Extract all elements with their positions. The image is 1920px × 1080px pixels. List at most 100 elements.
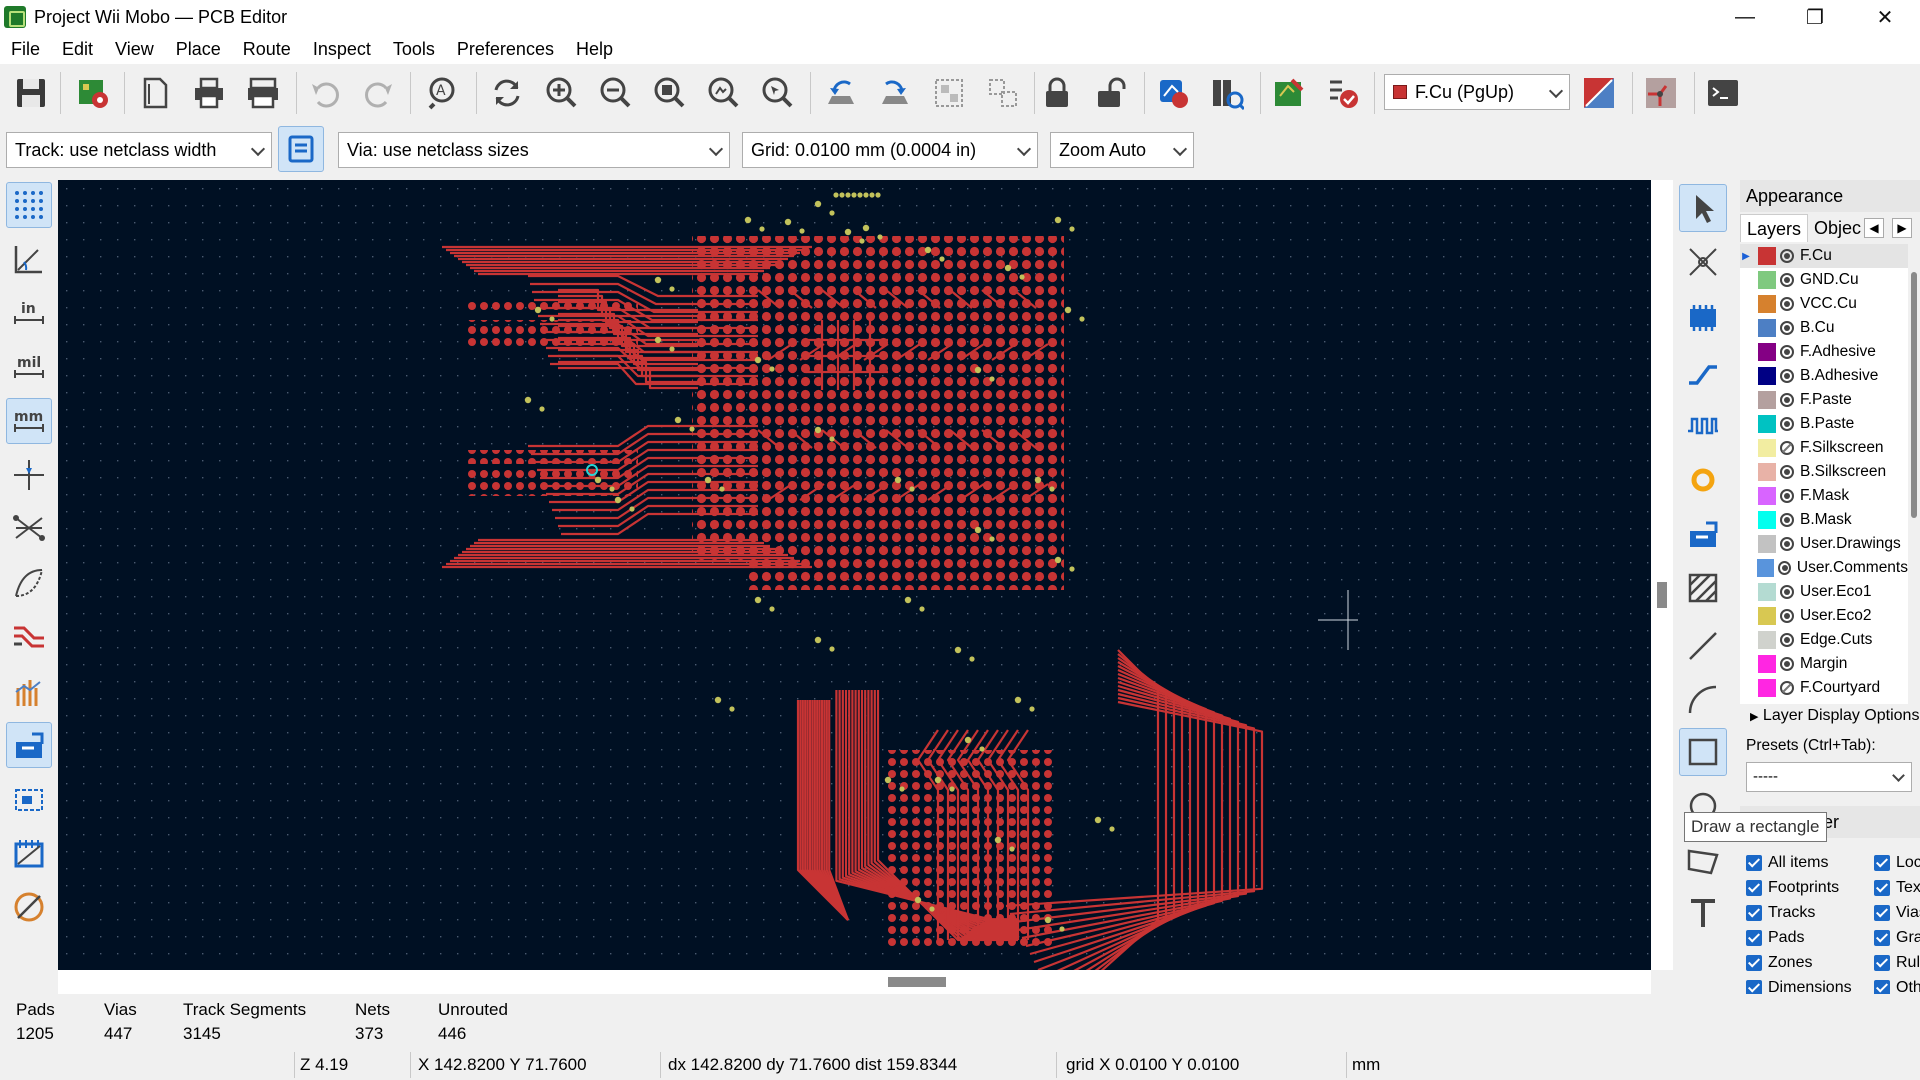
eye-icon[interactable] bbox=[1780, 273, 1794, 287]
layer-color-swatch[interactable] bbox=[1758, 367, 1776, 385]
tune-length-button[interactable] bbox=[1679, 402, 1727, 450]
menu-route[interactable]: Route bbox=[232, 34, 302, 64]
zone-fill-button[interactable] bbox=[6, 722, 52, 768]
layer-color-swatch[interactable] bbox=[1758, 583, 1776, 601]
tab-objects[interactable]: Objec bbox=[1808, 214, 1867, 242]
grid-select[interactable]: Grid: 0.0100 mm (0.0004 in) bbox=[742, 132, 1038, 168]
checkbox-checked-icon[interactable] bbox=[1746, 930, 1762, 946]
group-button[interactable] bbox=[926, 70, 972, 116]
eye-icon[interactable] bbox=[1780, 249, 1794, 263]
add-text-button[interactable] bbox=[1679, 890, 1727, 938]
layer-row[interactable]: GND.Cu bbox=[1740, 268, 1908, 292]
checkbox-checked-icon[interactable] bbox=[1746, 955, 1762, 971]
filter-checkbox-row[interactable]: Text bbox=[1874, 879, 1920, 897]
save-button[interactable] bbox=[8, 70, 54, 116]
layer-color-swatch[interactable] bbox=[1758, 511, 1776, 529]
rotate-ccw-button[interactable] bbox=[818, 70, 864, 116]
menu-tools[interactable]: Tools bbox=[382, 34, 446, 64]
tab-scroll-left-icon[interactable]: ◀ bbox=[1864, 218, 1884, 238]
layer-row[interactable]: User.Eco1 bbox=[1740, 580, 1908, 604]
filter-checkbox-row[interactable]: Footprints bbox=[1746, 879, 1839, 897]
auto-track-width-button[interactable] bbox=[278, 126, 324, 172]
add-zone-button[interactable] bbox=[1679, 510, 1727, 558]
filter-checkbox-row[interactable]: Tracks bbox=[1746, 904, 1815, 922]
full-crosshair-button[interactable] bbox=[6, 452, 52, 498]
scrollbar-thumb[interactable] bbox=[1657, 582, 1667, 608]
layer-color-swatch[interactable] bbox=[1758, 631, 1776, 649]
rotate-cw-button[interactable] bbox=[872, 70, 918, 116]
layer-color-swatch[interactable] bbox=[1758, 343, 1776, 361]
scrollbar-thumb[interactable] bbox=[888, 977, 946, 987]
layer-color-swatch[interactable] bbox=[1758, 439, 1776, 457]
layer-color-swatch[interactable] bbox=[1758, 271, 1776, 289]
menu-edit[interactable]: Edit bbox=[51, 34, 104, 64]
page-settings-button[interactable] bbox=[132, 70, 178, 116]
presets-select[interactable]: ----- bbox=[1746, 762, 1912, 792]
eye-icon[interactable] bbox=[1780, 345, 1794, 359]
eye-hidden-icon[interactable] bbox=[1780, 681, 1794, 695]
eye-icon[interactable] bbox=[1780, 321, 1794, 335]
scrollbar-thumb[interactable] bbox=[1911, 272, 1917, 518]
footprint-outline-button[interactable] bbox=[6, 830, 52, 876]
eye-icon[interactable] bbox=[1780, 537, 1794, 551]
zoom-objects-button[interactable] bbox=[700, 70, 746, 116]
zoom-in-button[interactable] bbox=[538, 70, 584, 116]
layer-color-swatch[interactable] bbox=[1758, 607, 1776, 625]
zone-outline-button[interactable] bbox=[6, 776, 52, 822]
redo-button[interactable] bbox=[356, 70, 402, 116]
tab-scroll-right-icon[interactable]: ▶ bbox=[1892, 218, 1912, 238]
route-track-button[interactable] bbox=[1679, 348, 1727, 396]
checkbox-checked-icon[interactable] bbox=[1746, 880, 1762, 896]
hide-tracks-button[interactable] bbox=[6, 614, 52, 660]
eye-icon[interactable] bbox=[1780, 489, 1794, 503]
layer-color-swatch[interactable] bbox=[1758, 247, 1776, 265]
checkbox-checked-icon[interactable] bbox=[1874, 905, 1890, 921]
layer-row[interactable]: B.Mask bbox=[1740, 508, 1908, 532]
zoom-out-button[interactable] bbox=[592, 70, 638, 116]
layer-row[interactable]: User.Drawings bbox=[1740, 532, 1908, 556]
layer-list-scrollbar[interactable] bbox=[1908, 244, 1920, 704]
eye-icon[interactable] bbox=[1780, 465, 1794, 479]
eye-icon[interactable] bbox=[1780, 609, 1794, 623]
eye-icon[interactable] bbox=[1780, 657, 1794, 671]
menu-place[interactable]: Place bbox=[165, 34, 232, 64]
checkbox-checked-icon[interactable] bbox=[1874, 955, 1890, 971]
mil-units-button[interactable]: mil bbox=[6, 344, 52, 390]
menu-preferences[interactable]: Preferences bbox=[446, 34, 565, 64]
layer-row[interactable]: F.Courtyard bbox=[1740, 676, 1908, 700]
layer-row[interactable]: F.Paste bbox=[1740, 388, 1908, 412]
track-width-select[interactable]: Track: use netclass width bbox=[6, 132, 272, 168]
zoom-selection-button[interactable] bbox=[754, 70, 800, 116]
layer-color-swatch[interactable] bbox=[1758, 655, 1776, 673]
grid-toggle-button[interactable] bbox=[6, 182, 52, 228]
print-button[interactable] bbox=[186, 70, 232, 116]
layer-row[interactable]: B.Silkscreen bbox=[1740, 460, 1908, 484]
layer-row[interactable]: User.Comments bbox=[1740, 556, 1908, 580]
active-layer-select[interactable]: F.Cu (PgUp) bbox=[1384, 74, 1570, 110]
lock-button[interactable] bbox=[1034, 70, 1080, 116]
layer-color-swatch[interactable] bbox=[1758, 295, 1776, 313]
checkbox-checked-icon[interactable] bbox=[1874, 880, 1890, 896]
add-via-button[interactable] bbox=[1679, 456, 1727, 504]
ratsnest-button[interactable] bbox=[6, 506, 52, 552]
layer-color-swatch[interactable] bbox=[1758, 463, 1776, 481]
eye-icon[interactable] bbox=[1780, 393, 1794, 407]
layer-row[interactable]: User.Eco2 bbox=[1740, 604, 1908, 628]
menu-inspect[interactable]: Inspect bbox=[302, 34, 382, 64]
checkbox-checked-icon[interactable] bbox=[1746, 855, 1762, 871]
layer-row[interactable]: F.Mask bbox=[1740, 484, 1908, 508]
layer-row[interactable]: B.Cu bbox=[1740, 316, 1908, 340]
add-rule-area-button[interactable] bbox=[1679, 564, 1727, 612]
drc-button[interactable] bbox=[1320, 70, 1366, 116]
checkbox-checked-icon[interactable] bbox=[1746, 905, 1762, 921]
layer-row[interactable]: Margin bbox=[1740, 652, 1908, 676]
curved-ratsnest-button[interactable] bbox=[6, 560, 52, 606]
layer-color-swatch[interactable] bbox=[1757, 559, 1774, 577]
layer-color-swatch[interactable] bbox=[1758, 679, 1776, 697]
layer-display-options-toggle[interactable]: ▶ Layer Display Options bbox=[1750, 707, 1919, 725]
find-button[interactable]: A bbox=[420, 70, 466, 116]
undo-button[interactable] bbox=[302, 70, 348, 116]
inch-units-button[interactable]: in bbox=[6, 290, 52, 336]
draw-mode-button[interactable] bbox=[6, 884, 52, 930]
layer-row[interactable]: ▶ F.Cu bbox=[1740, 244, 1908, 268]
